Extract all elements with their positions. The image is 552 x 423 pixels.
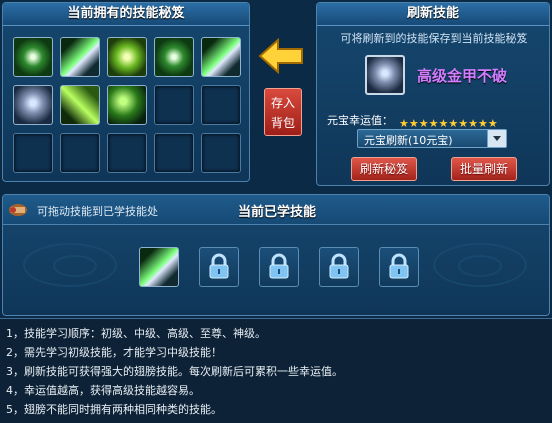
owned-skill-slot-5[interactable] xyxy=(201,37,241,77)
lock-icon xyxy=(329,253,349,279)
refreshed-skill-name: 高级金甲不破 xyxy=(417,67,508,85)
rule-note-1: 1，技能学习顺序：初级、中级、高级、至尊、神级。 xyxy=(6,327,266,340)
lock-icon xyxy=(209,253,229,279)
luck-label: 元宝幸运值： xyxy=(327,114,393,127)
refresh-type-select[interactable]: 元宝刷新(10元宝) xyxy=(357,129,507,148)
empty-skill-slot[interactable] xyxy=(201,133,241,173)
empty-skill-slot[interactable] xyxy=(154,133,194,173)
owned-skill-slot-2[interactable] xyxy=(60,37,100,77)
owned-skill-slot-1[interactable] xyxy=(13,37,53,77)
refresh-skill-panel: 刷新技能 可将刷新到的技能保存到当前技能秘笈 高级金甲不破 元宝幸运值： ★★★… xyxy=(316,2,550,186)
rule-note-5: 5，翅膀不能同时拥有两种相同种类的技能。 xyxy=(6,403,222,416)
empty-skill-slot[interactable] xyxy=(154,85,194,125)
chevron-down-icon[interactable] xyxy=(487,130,506,147)
owned-skill-slot-3[interactable] xyxy=(107,37,147,77)
empty-skill-slot[interactable] xyxy=(60,133,100,173)
empty-skill-slot[interactable] xyxy=(201,85,241,125)
learned-skills-title: 当前已学技能 xyxy=(237,205,316,220)
store-button-line2: 背包 xyxy=(270,116,295,130)
owned-skills-panel: 当前拥有的技能秘笈 xyxy=(2,2,250,182)
arrow-left-icon xyxy=(258,37,304,75)
rule-note-2: 2，需先学习初级技能，才能学习中级技能！ xyxy=(6,346,222,359)
learned-slot-locked-2[interactable] xyxy=(199,247,239,287)
owned-skill-slot-4[interactable] xyxy=(154,37,194,77)
refresh-type-value: 元宝刷新(10元宝) xyxy=(364,134,453,147)
lock-icon xyxy=(269,253,289,279)
owned-skill-slot-8[interactable] xyxy=(107,85,147,125)
learned-skill-slot-1[interactable] xyxy=(139,247,179,287)
learned-slot-locked-5[interactable] xyxy=(379,247,419,287)
owned-skills-title: 当前拥有的技能秘笈 xyxy=(3,3,249,26)
rules-notes: 1，技能学习顺序：初级、中级、高级、至尊、神级。 2，需先学习初级技能，才能学习… xyxy=(0,318,552,423)
empty-skill-slot[interactable] xyxy=(107,133,147,173)
luck-stars: ★★★★★★★★★★ xyxy=(399,112,539,129)
rule-note-4: 4，幸运值越高，获得高级技能越容易。 xyxy=(6,384,200,397)
refresh-panel-title: 刷新技能 xyxy=(317,3,549,26)
store-to-bag-button[interactable]: 存入 背包 xyxy=(264,88,302,136)
lock-icon xyxy=(389,253,409,279)
learned-skills-panel: 可拖动技能到已学技能处 当前已学技能 xyxy=(2,194,550,316)
cloud-ornament-left-small xyxy=(53,255,97,277)
store-button-line1: 存入 xyxy=(270,96,295,110)
learned-slot-locked-4[interactable] xyxy=(319,247,359,287)
owned-skill-slot-7[interactable] xyxy=(60,85,100,125)
refresh-hint: 可将刷新到的技能保存到当前技能秘笈 xyxy=(340,32,528,45)
rule-note-3: 3，刷新技能可获得强大的翅膀技能。每次刷新后可累积一些幸运值。 xyxy=(6,365,343,378)
cloud-ornament-right-small xyxy=(458,255,502,277)
empty-skill-slot[interactable] xyxy=(13,133,53,173)
owned-skill-slot-6[interactable] xyxy=(13,85,53,125)
refresh-skill-button[interactable]: 刷新秘笈 xyxy=(351,157,417,181)
refreshed-skill-icon[interactable] xyxy=(365,55,405,95)
batch-refresh-button[interactable]: 批量刷新 xyxy=(451,157,517,181)
learned-slot-locked-3[interactable] xyxy=(259,247,299,287)
